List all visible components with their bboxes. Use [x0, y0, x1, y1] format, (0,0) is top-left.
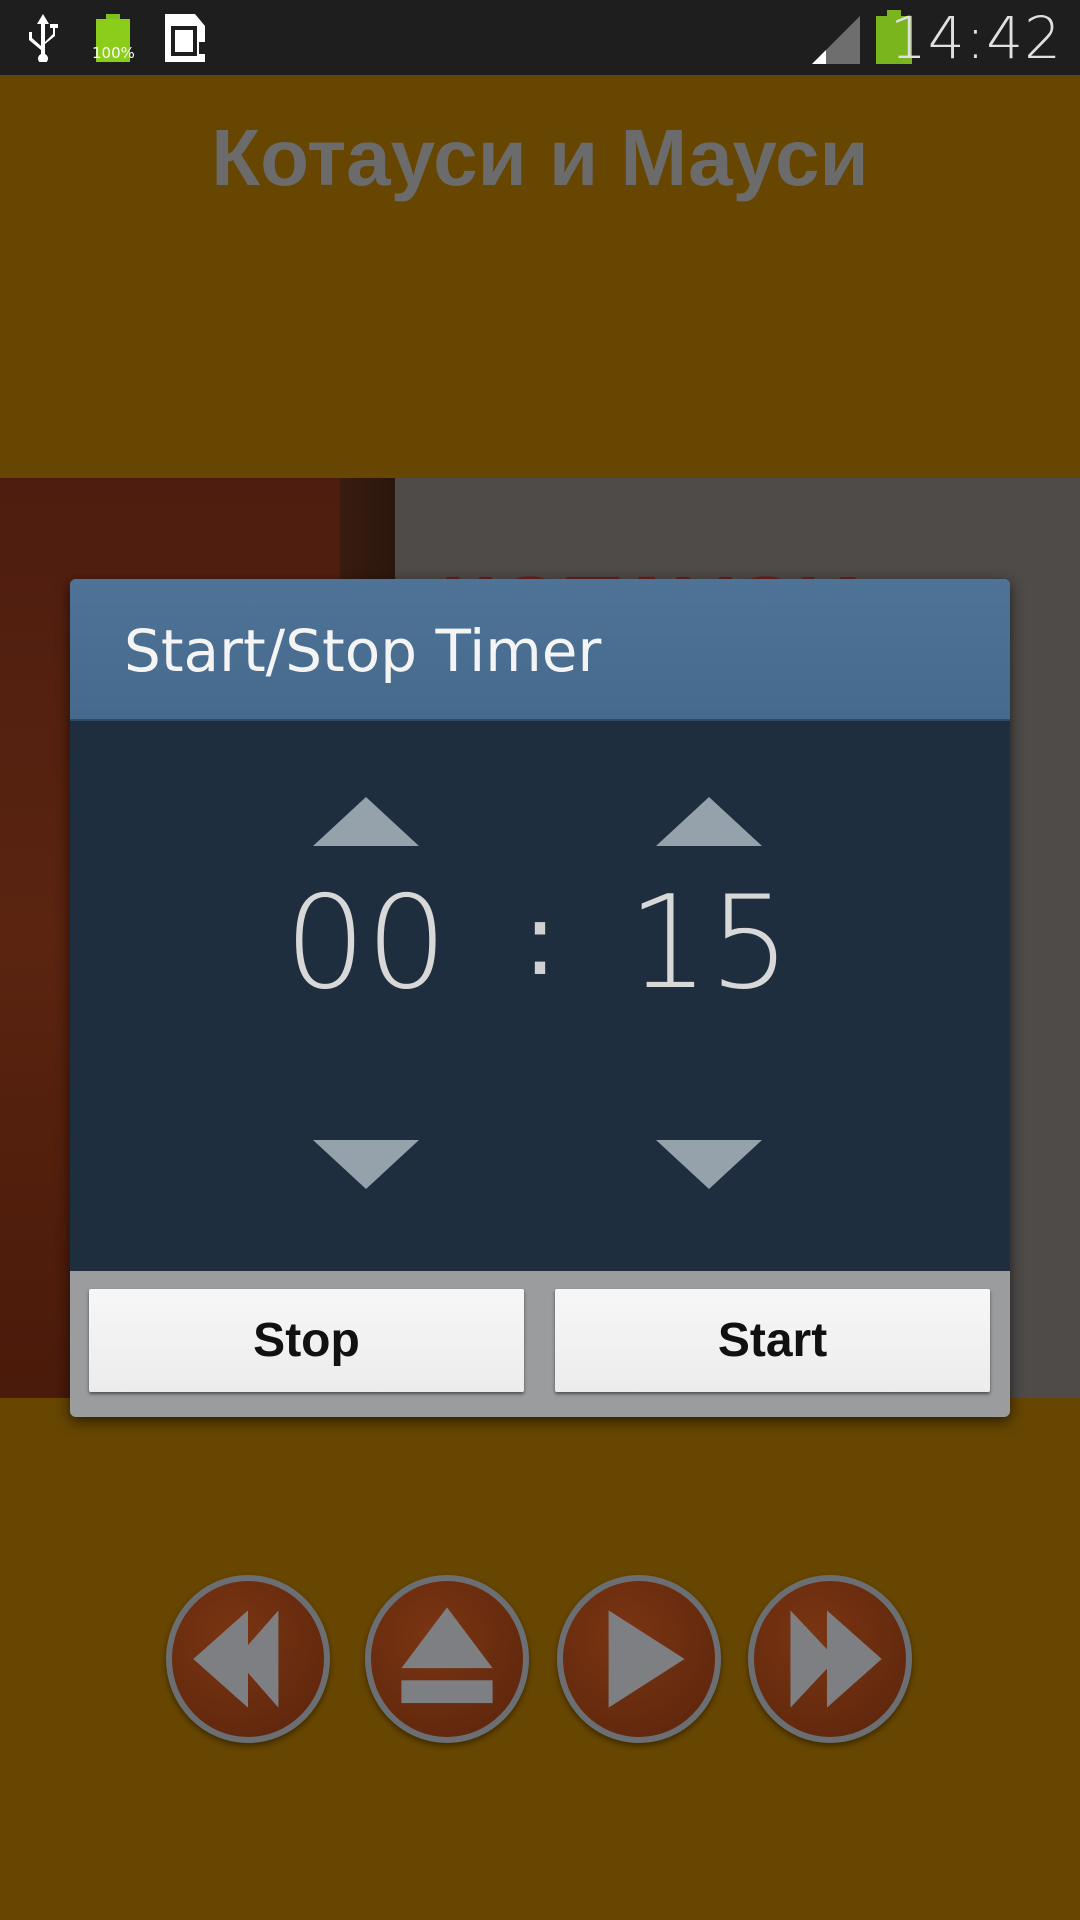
stop-button[interactable]: Stop: [89, 1289, 524, 1392]
seconds-decrement-arrow-icon[interactable]: [656, 1140, 762, 1189]
sim-card-icon: [165, 14, 205, 62]
seconds-value[interactable]: 15: [599, 869, 819, 1018]
rewind-button[interactable]: [166, 1575, 330, 1743]
play-button[interactable]: [557, 1575, 721, 1743]
minutes-increment-arrow-icon[interactable]: [313, 797, 419, 846]
minutes-value[interactable]: 00: [256, 869, 476, 1018]
timer-picker: 00 : 15: [70, 721, 1010, 1271]
fast-forward-button[interactable]: [748, 1575, 912, 1743]
eject-button[interactable]: [365, 1575, 529, 1743]
time-separator: :: [523, 881, 557, 998]
clock: 14:42: [889, 4, 1062, 72]
status-bar: 100% 14:42: [0, 0, 1080, 75]
dialog-title: Start/Stop Timer: [124, 617, 602, 685]
seconds-increment-arrow-icon[interactable]: [656, 797, 762, 846]
play-icon: [608, 1610, 685, 1708]
usb-icon: [29, 14, 58, 62]
signal-icon: [812, 16, 860, 64]
battery-percent: 100%: [92, 44, 135, 62]
fast-forward-icon: [790, 1610, 882, 1708]
start-button[interactable]: Start: [555, 1289, 990, 1392]
dialog-header: Start/Stop Timer: [70, 579, 1010, 721]
minutes-decrement-arrow-icon[interactable]: [313, 1140, 419, 1189]
rewind-icon: [193, 1610, 279, 1708]
timer-dialog: Start/Stop Timer 00 : 15 Stop Start: [70, 579, 1010, 1417]
eject-icon: [401, 1607, 493, 1704]
battery-charged-icon: 100%: [92, 14, 135, 62]
app-title: Котауси и Мауси: [211, 113, 869, 202]
